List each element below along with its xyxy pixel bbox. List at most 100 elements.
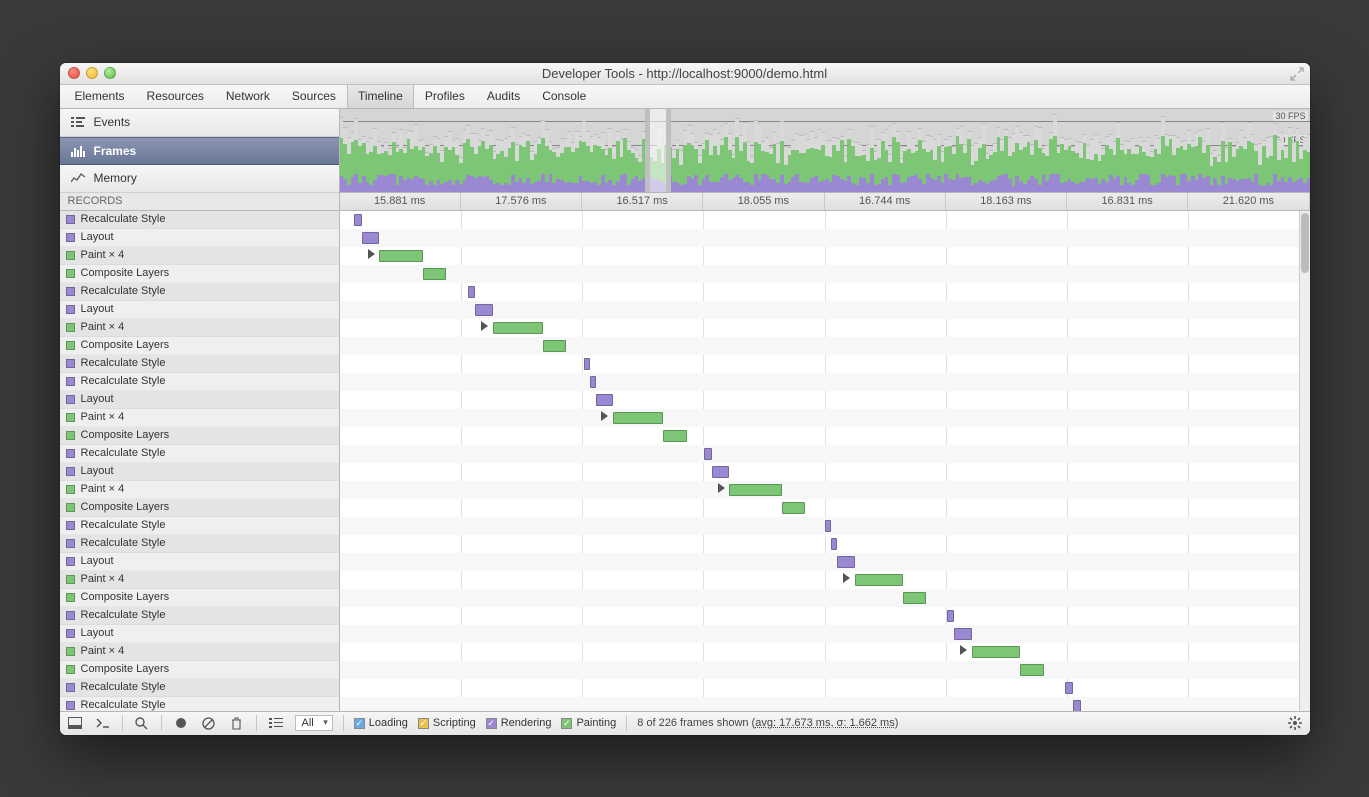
timeline-bar[interactable] — [712, 466, 729, 478]
category-chip — [66, 413, 75, 422]
record-row[interactable]: Paint × 4 — [60, 571, 339, 589]
tab-sources[interactable]: Sources — [281, 85, 347, 108]
timeline-bar[interactable] — [354, 214, 362, 226]
record-row[interactable]: Paint × 4 — [60, 643, 339, 661]
tab-memory[interactable]: Memory — [60, 165, 339, 193]
expand-triangle-icon[interactable] — [718, 483, 725, 493]
record-row[interactable]: Layout — [60, 553, 339, 571]
timeline-bar[interactable] — [704, 448, 712, 460]
record-row[interactable]: Composite Layers — [60, 265, 339, 283]
clear-icon[interactable] — [200, 715, 218, 731]
expand-triangle-icon[interactable] — [481, 321, 488, 331]
expand-triangle-icon[interactable] — [368, 249, 375, 259]
tab-frames[interactable]: Frames — [60, 137, 339, 165]
legend-label: Painting — [576, 717, 616, 729]
record-row[interactable]: Layout — [60, 463, 339, 481]
timeline-bar[interactable] — [423, 268, 446, 280]
record-row[interactable]: Layout — [60, 229, 339, 247]
timeline-bar[interactable] — [855, 574, 904, 586]
overview-chart[interactable]: 30 FPS 60 FPS — [340, 109, 1310, 192]
console-icon[interactable] — [94, 715, 112, 731]
timeline-bar[interactable] — [831, 538, 837, 550]
expand-triangle-icon[interactable] — [843, 573, 850, 583]
records-list[interactable]: Recalculate StyleLayoutPaint × 4Composit… — [60, 211, 340, 711]
gear-icon[interactable] — [1286, 715, 1304, 731]
timeline-bar[interactable] — [1065, 682, 1073, 694]
record-row[interactable]: Recalculate Style — [60, 355, 339, 373]
gantt-area[interactable] — [340, 211, 1310, 711]
record-row[interactable]: Recalculate Style — [60, 607, 339, 625]
record-row[interactable]: Recalculate Style — [60, 517, 339, 535]
category-chip — [66, 305, 75, 314]
tab-elements[interactable]: Elements — [64, 85, 136, 108]
vertical-scrollbar[interactable] — [1299, 211, 1310, 711]
timeline-bar[interactable] — [837, 556, 854, 568]
record-row[interactable]: Recalculate Style — [60, 373, 339, 391]
record-row[interactable]: Paint × 4 — [60, 247, 339, 265]
tab-resources[interactable]: Resources — [136, 85, 215, 108]
record-row[interactable]: Recalculate Style — [60, 445, 339, 463]
record-row[interactable]: Recalculate Style — [60, 697, 339, 711]
timeline-bar[interactable] — [825, 520, 831, 532]
legend-item[interactable]: ✓Loading — [354, 717, 408, 729]
record-row[interactable]: Composite Layers — [60, 661, 339, 679]
timeline-bar[interactable] — [493, 322, 543, 334]
record-row[interactable]: Recalculate Style — [60, 283, 339, 301]
record-row[interactable]: Paint × 4 — [60, 481, 339, 499]
tab-network[interactable]: Network — [215, 85, 281, 108]
timeline-bar[interactable] — [972, 646, 1021, 658]
timeline-bar[interactable] — [954, 628, 971, 640]
timeline-bar[interactable] — [663, 430, 686, 442]
expand-triangle-icon[interactable] — [960, 645, 967, 655]
tab-timeline[interactable]: Timeline — [347, 85, 414, 108]
record-row[interactable]: Composite Layers — [60, 589, 339, 607]
timeline-bar[interactable] — [729, 484, 781, 496]
minimize-icon[interactable] — [86, 67, 98, 79]
record-row[interactable]: Layout — [60, 391, 339, 409]
tab-console[interactable]: Console — [531, 85, 597, 108]
timeline-bar[interactable] — [362, 232, 379, 244]
timeline-bar[interactable] — [543, 340, 566, 352]
expand-icon[interactable] — [1290, 67, 1304, 81]
record-row[interactable]: Composite Layers — [60, 427, 339, 445]
timeline-bar[interactable] — [584, 358, 590, 370]
record-row[interactable]: Recalculate Style — [60, 211, 339, 229]
trash-icon[interactable] — [228, 715, 246, 731]
record-label: Composite Layers — [81, 663, 170, 675]
tab-profiles[interactable]: Profiles — [414, 85, 476, 108]
timeline-bar[interactable] — [947, 610, 955, 622]
record-row[interactable]: Recalculate Style — [60, 679, 339, 697]
timeline-bar[interactable] — [613, 412, 663, 424]
legend-item[interactable]: ✓Painting — [561, 717, 616, 729]
timeline-bar[interactable] — [475, 304, 492, 316]
tab-events[interactable]: Events — [60, 109, 339, 137]
overview-brush[interactable] — [645, 109, 671, 192]
record-row[interactable]: Layout — [60, 301, 339, 319]
legend-item[interactable]: ✓Rendering — [486, 717, 552, 729]
zoom-icon[interactable] — [104, 67, 116, 79]
timeline-bar[interactable] — [590, 376, 596, 388]
record-row[interactable]: Composite Layers — [60, 337, 339, 355]
timeline-bar[interactable] — [379, 250, 423, 262]
filter-icon[interactable] — [267, 715, 285, 731]
timeline-bar[interactable] — [1073, 700, 1081, 711]
gantt-row — [340, 661, 1310, 679]
dock-icon[interactable] — [66, 715, 84, 731]
timeline-bar[interactable] — [468, 286, 476, 298]
record-row[interactable]: Composite Layers — [60, 499, 339, 517]
timeline-bar[interactable] — [903, 592, 926, 604]
timeline-bar[interactable] — [1020, 664, 1043, 676]
record-icon[interactable] — [172, 715, 190, 731]
record-row[interactable]: Recalculate Style — [60, 535, 339, 553]
search-icon[interactable] — [133, 715, 151, 731]
close-icon[interactable] — [68, 67, 80, 79]
tab-audits[interactable]: Audits — [476, 85, 531, 108]
record-row[interactable]: Paint × 4 — [60, 409, 339, 427]
record-row[interactable]: Paint × 4 — [60, 319, 339, 337]
filter-select[interactable]: All — [295, 715, 333, 731]
expand-triangle-icon[interactable] — [601, 411, 608, 421]
timeline-bar[interactable] — [782, 502, 805, 514]
record-row[interactable]: Layout — [60, 625, 339, 643]
timeline-bar[interactable] — [596, 394, 613, 406]
legend-item[interactable]: ✓Scripting — [418, 717, 476, 729]
